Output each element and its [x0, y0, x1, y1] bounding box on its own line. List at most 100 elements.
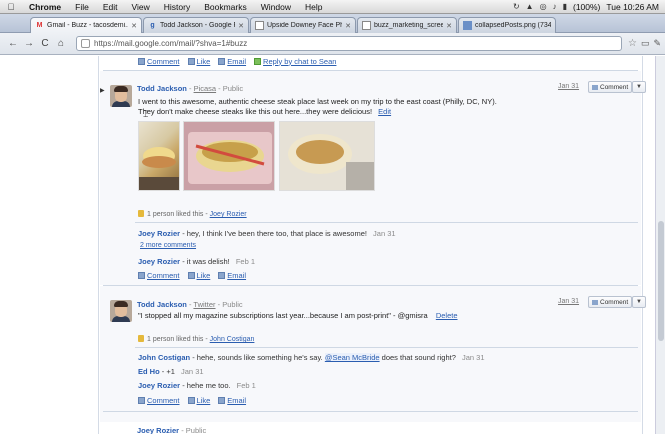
comment-link[interactable]: Comment [147, 271, 180, 280]
comment-date: Jan 31 [181, 367, 204, 376]
comment-link[interactable]: Comment [147, 396, 180, 405]
vertical-scrollbar[interactable] [655, 56, 665, 434]
like-link[interactable]: Like [197, 57, 211, 66]
tab-label: Upside Downey Face Photos... [267, 22, 342, 29]
like-summary: 1 person liked this - Joey Rozier [138, 210, 247, 218]
post-photo-2[interactable] [183, 121, 275, 191]
commenter-name[interactable]: Joey Rozier [138, 229, 180, 238]
comment-icon [138, 396, 145, 404]
menu-view[interactable]: View [124, 2, 156, 12]
battery-percent: (100%) [572, 1, 601, 12]
tab-buzz-marketing[interactable]: buzz_marketing_screens_ip... ✕ [357, 17, 457, 33]
page-icon [255, 21, 264, 30]
comment-icon [138, 57, 145, 65]
bluetooth-icon[interactable]: ▲ [526, 2, 534, 11]
comment-action: Comment [138, 57, 180, 66]
clock[interactable]: Tue 10:26 AM [606, 2, 659, 12]
liker-name[interactable]: John Costigan [210, 336, 255, 343]
avatar[interactable] [110, 85, 132, 107]
text-cursor-icon: ⌶ [143, 109, 149, 119]
volume-icon[interactable]: ♪ [553, 2, 557, 11]
author-name[interactable]: Joey Rozier [137, 426, 179, 434]
expand-arrow-icon[interactable]: ▶ [100, 87, 105, 94]
comments-divider [135, 222, 638, 223]
post-author-line: Joey Rozier - Public [137, 426, 207, 434]
author-name[interactable]: Todd Jackson [137, 84, 187, 93]
comment-text-after: does that sound right? [381, 353, 456, 362]
like-icon [187, 396, 195, 404]
menu-bookmarks[interactable]: Bookmarks [197, 2, 254, 12]
post-photo-1[interactable] [138, 121, 180, 191]
menu-window[interactable]: Window [254, 2, 298, 12]
menubar-status-area: ↻ ▲ ◎ ♪ ▮ (100%) Tue 10:26 AM [513, 2, 665, 12]
wifi-icon[interactable]: ◎ [540, 2, 547, 11]
sync-icon[interactable]: ↻ [513, 2, 520, 11]
like-action: Like [187, 271, 211, 280]
liker-name[interactable]: Joey Rozier [210, 211, 247, 218]
google-profile-icon: g [150, 22, 155, 29]
post-date[interactable]: Jan 31 [558, 298, 579, 305]
apple-menu-icon[interactable]:  [0, 2, 22, 12]
back-icon[interactable]: ← [6, 38, 20, 49]
comment-button[interactable]: Comment [588, 81, 632, 93]
tab-collapsed-posts[interactable]: collapsedPosts.png (734x... [458, 17, 556, 33]
mention-link[interactable]: @Sean McBride [324, 353, 380, 362]
page-icon [362, 21, 371, 30]
address-bar[interactable]: https://mail.google.com/mail/?shva=1#buz… [76, 36, 622, 51]
commenter-name[interactable]: John Costigan [138, 353, 190, 362]
reload-icon[interactable]: C [38, 38, 52, 49]
home-icon[interactable]: ⌂ [54, 38, 68, 49]
commenter-name[interactable]: Ed Ho [138, 367, 160, 376]
post-source[interactable]: Twitter [193, 300, 215, 309]
menu-history[interactable]: History [157, 2, 197, 12]
tab-upside-downey[interactable]: Upside Downey Face Photos... ✕ [250, 17, 356, 33]
buzz-feed: Comment Like Email Reply by chat to Sean… [0, 56, 665, 434]
email-action: Email [218, 396, 246, 405]
author-name[interactable]: Todd Jackson [137, 300, 187, 309]
post-source[interactable]: Picasa [194, 84, 217, 93]
close-tab-icon[interactable]: ✕ [446, 22, 452, 30]
post-text-line2-body: They don't make cheese steaks like this … [138, 107, 373, 116]
forward-icon[interactable]: → [22, 38, 36, 49]
tab-todd-jackson-profile[interactable]: g Todd Jackson - Google Pro... ✕ [143, 17, 249, 33]
avatar[interactable] [110, 300, 132, 322]
comment-link[interactable]: Comment [147, 57, 180, 66]
scrollbar-thumb[interactable] [658, 221, 664, 341]
reply-chat-link[interactable]: Reply by chat to Sean [263, 57, 336, 66]
page-menu-icon[interactable]: ▭ [641, 38, 650, 49]
tab-gmail-buzz[interactable]: M Gmail - Buzz - tacosdemi... ✕ [30, 17, 142, 33]
wrench-icon[interactable]: ✎ [653, 38, 661, 49]
close-tab-icon[interactable]: ✕ [345, 22, 351, 30]
like-summary: 1 person liked this - John Costigan [138, 335, 254, 343]
comment-item: Joey Rozier - it was delish! Feb 1 [138, 257, 256, 266]
comment-date: Feb 1 [235, 257, 256, 266]
edit-link[interactable]: Edit [378, 107, 391, 116]
close-tab-icon[interactable]: ✕ [131, 22, 137, 30]
comment-button[interactable]: Comment [588, 296, 632, 308]
email-link[interactable]: Email [227, 57, 246, 66]
post-menu-button[interactable]: ▼ [632, 81, 646, 93]
like-link[interactable]: Like [197, 271, 211, 280]
commenter-name[interactable]: Joey Rozier [138, 381, 180, 390]
reply-chat-action: Reply by chat to Sean [254, 57, 336, 66]
comment-icon [592, 84, 598, 90]
menu-app-chrome[interactable]: Chrome [22, 2, 68, 12]
image-icon [463, 21, 472, 30]
post-menu-button[interactable]: ▼ [632, 296, 646, 308]
delete-link[interactable]: Delete [436, 311, 458, 320]
email-link[interactable]: Email [227, 271, 246, 280]
post-photo-3[interactable] [279, 121, 375, 191]
bookmark-star-icon[interactable]: ☆ [628, 38, 637, 49]
close-tab-icon[interactable]: ✕ [238, 22, 244, 30]
menu-edit[interactable]: Edit [96, 2, 125, 12]
battery-icon[interactable]: ▮ [563, 2, 567, 11]
like-icon [187, 271, 195, 279]
menu-help[interactable]: Help [298, 2, 329, 12]
post-date[interactable]: Jan 31 [558, 83, 579, 90]
commenter-name[interactable]: Joey Rozier [138, 257, 180, 266]
email-link[interactable]: Email [227, 396, 246, 405]
menu-file[interactable]: File [68, 2, 96, 12]
like-link[interactable]: Like [197, 396, 211, 405]
post-actions: Comment Like Email [138, 270, 638, 280]
more-comments-link[interactable]: 2 more comments [140, 242, 196, 249]
